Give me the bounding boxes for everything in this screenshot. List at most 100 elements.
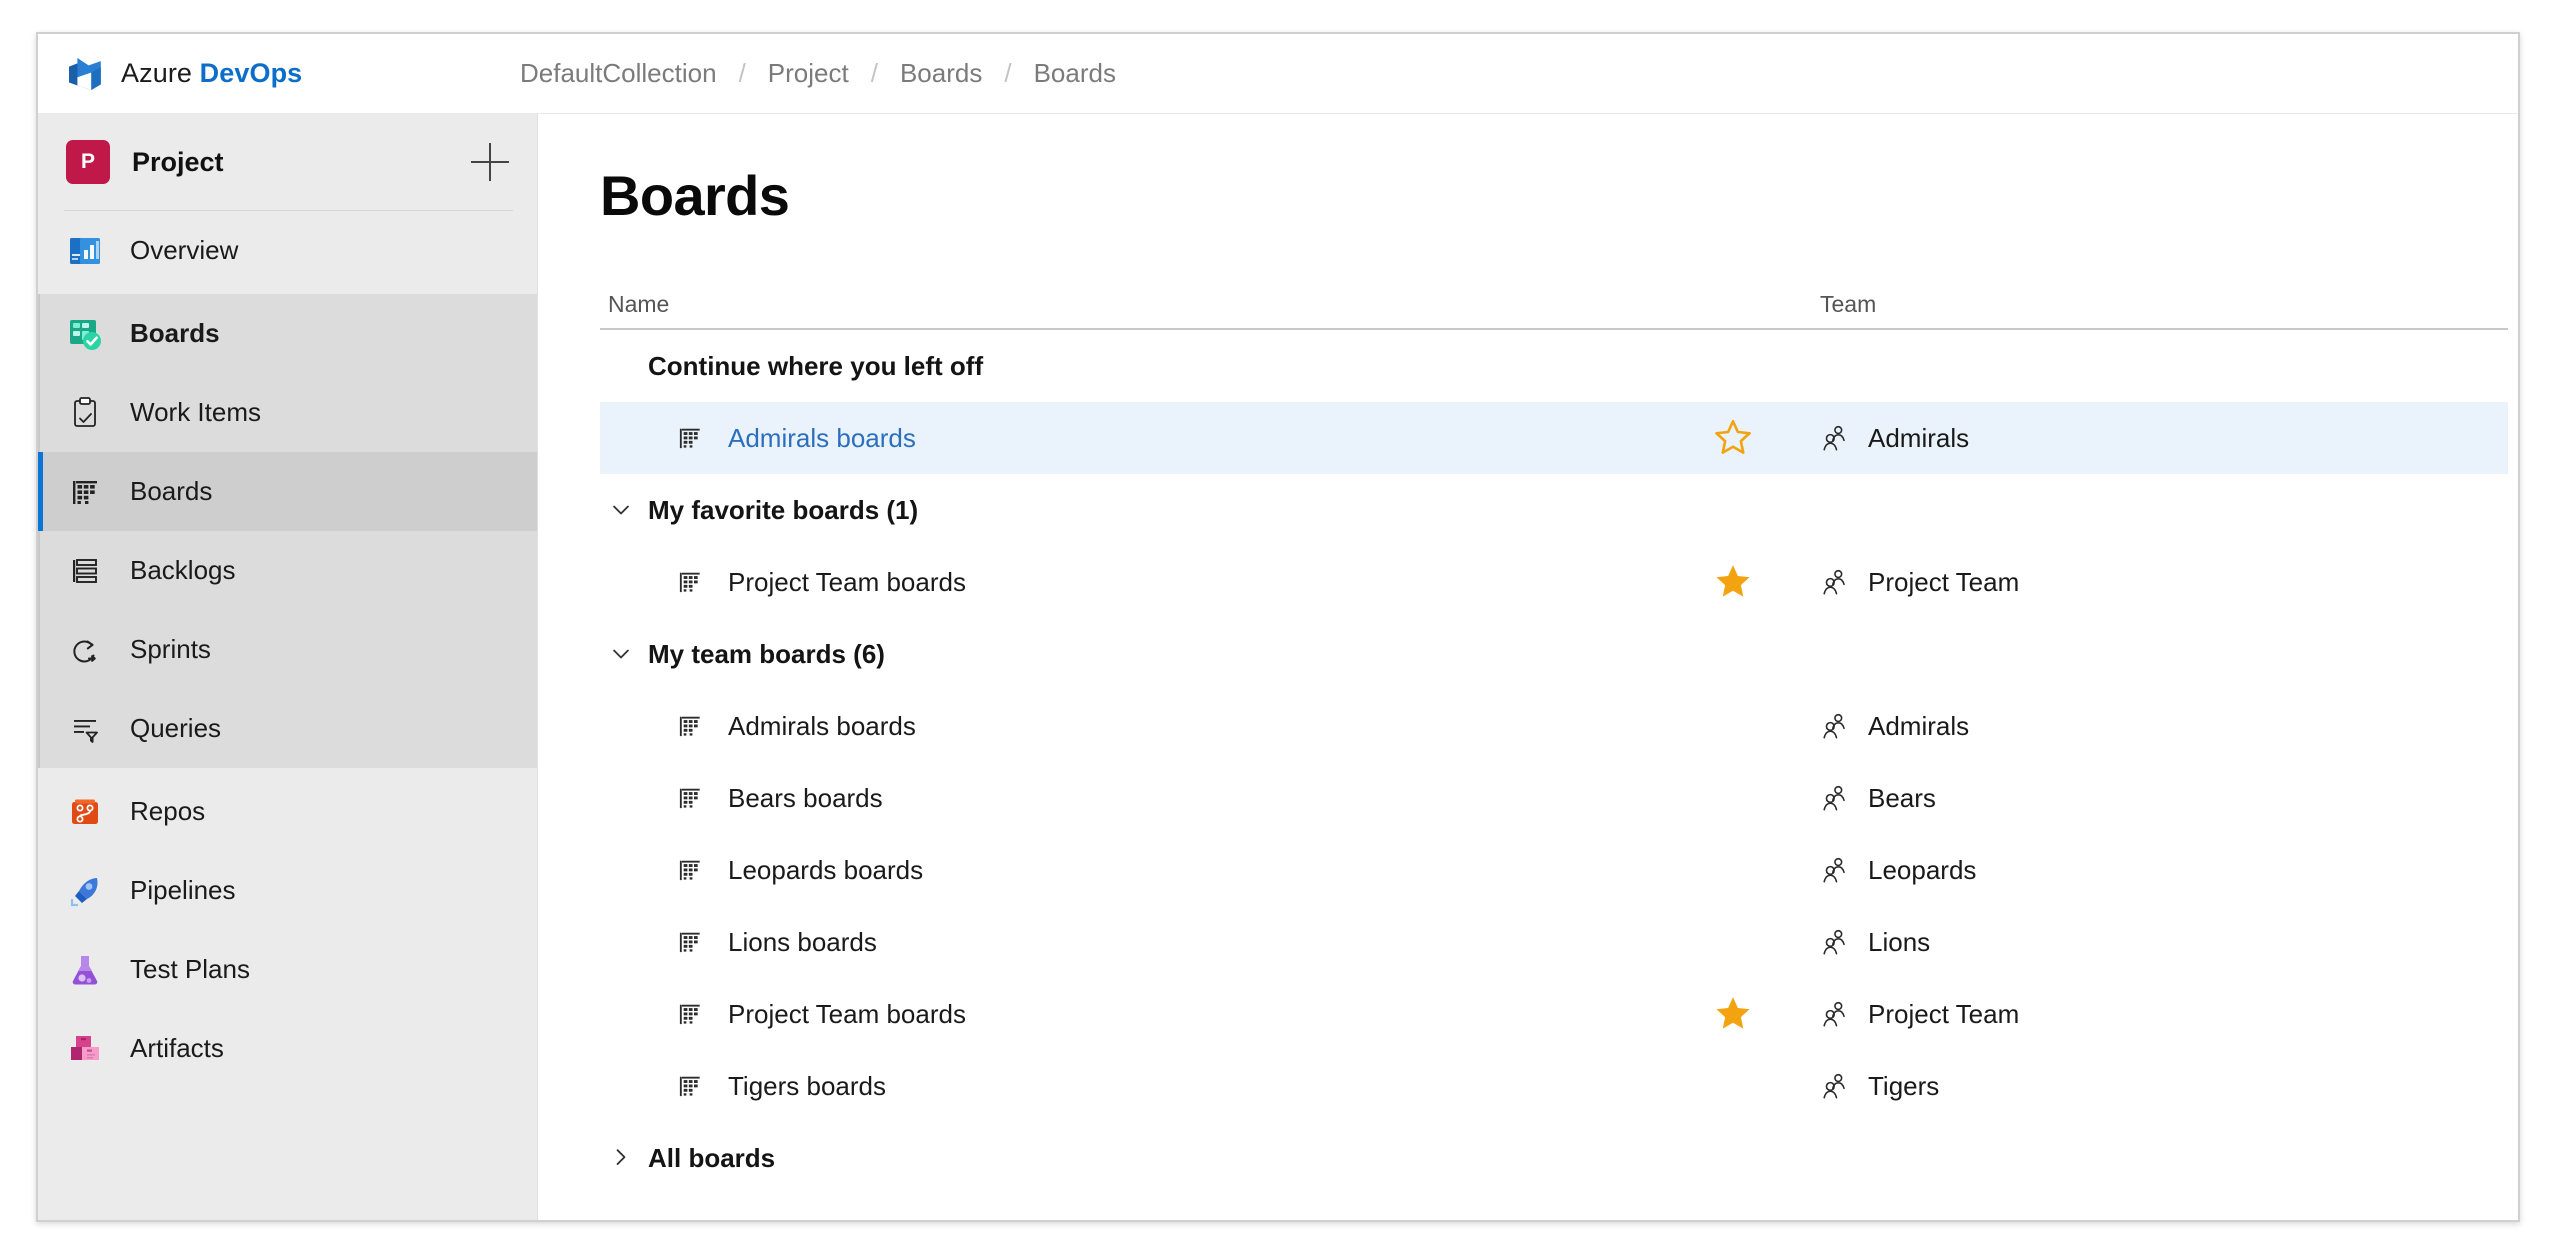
breadcrumb-item-boards-hub[interactable]: Boards bbox=[898, 58, 984, 89]
board-name-cell: Project Team boards bbox=[600, 998, 1658, 1030]
project-avatar: P bbox=[66, 140, 110, 184]
board-group-header[interactable]: All boards bbox=[600, 1122, 2508, 1194]
sidebar-item-label: Boards bbox=[130, 476, 213, 506]
team-group-icon bbox=[1820, 567, 1850, 597]
team-group-icon bbox=[1820, 1071, 1850, 1101]
breadcrumb: DefaultCollection / Project / Boards / B… bbox=[518, 58, 1118, 89]
star-outline-icon[interactable] bbox=[1713, 418, 1753, 458]
board-group-title: My favorite boards (1) bbox=[648, 494, 919, 525]
table-row[interactable]: Tigers boards Tigers bbox=[600, 1050, 2508, 1122]
board-name-link[interactable]: Project Team boards bbox=[728, 567, 966, 598]
sidebar-item-work-items[interactable]: Work Items bbox=[40, 373, 537, 452]
table-row[interactable]: Leopards boards Leopards bbox=[600, 834, 2508, 906]
team-cell: Bears bbox=[1808, 783, 2508, 814]
team-cell: Project Team bbox=[1808, 567, 2508, 598]
table-row[interactable]: Admirals boards Admirals bbox=[600, 402, 2508, 474]
team-group-icon bbox=[1820, 999, 1850, 1029]
board-grid-icon bbox=[64, 471, 106, 513]
sidebar-group-top: Overview bbox=[38, 211, 537, 290]
team-group-icon bbox=[1820, 423, 1850, 453]
breadcrumb-separator: / bbox=[1004, 58, 1012, 88]
chevron-right-icon[interactable] bbox=[608, 1145, 648, 1171]
board-grid-icon bbox=[674, 854, 706, 886]
sidebar-item-pipelines[interactable]: Pipelines bbox=[38, 851, 537, 930]
board-name-cell: Leopards boards bbox=[600, 854, 1658, 886]
sidebar-item-boards[interactable]: Boards bbox=[38, 452, 537, 531]
team-name: Admirals bbox=[1868, 422, 1970, 453]
sidebar-item-boards-hub[interactable]: Boards bbox=[40, 294, 537, 373]
sidebar-item-label: Artifacts bbox=[130, 1033, 224, 1063]
sidebar-item-repos[interactable]: Repos bbox=[38, 772, 537, 851]
pipelines-icon bbox=[64, 870, 106, 912]
board-grid-icon bbox=[674, 566, 706, 598]
team-cell: Leopards bbox=[1808, 855, 2508, 886]
boards-product-icon bbox=[64, 313, 106, 355]
table-row[interactable]: Bears boards Bears bbox=[600, 762, 2508, 834]
artifacts-icon bbox=[64, 1028, 106, 1070]
sidebar-item-label: Boards bbox=[130, 318, 220, 348]
sprints-icon bbox=[64, 629, 106, 671]
favorite-star-cell[interactable] bbox=[1658, 418, 1808, 458]
column-header-name: Name bbox=[608, 291, 670, 317]
team-name: Lions bbox=[1868, 926, 1931, 957]
star-filled-icon[interactable] bbox=[1713, 562, 1753, 602]
overview-icon bbox=[64, 230, 106, 272]
column-header-team: Team bbox=[1820, 291, 1877, 317]
page-title: Boards bbox=[600, 164, 790, 227]
project-name[interactable]: Project bbox=[132, 147, 447, 178]
board-name-link[interactable]: Tigers boards bbox=[728, 1071, 886, 1102]
project-header: P Project bbox=[38, 114, 537, 210]
board-name-link[interactable]: Lions boards bbox=[728, 927, 877, 958]
chevron-down-icon[interactable] bbox=[608, 497, 648, 523]
plus-icon[interactable] bbox=[469, 141, 511, 183]
breadcrumb-item-boards-page[interactable]: Boards bbox=[1032, 58, 1118, 89]
table-row[interactable]: Project Team boards Project Team bbox=[600, 978, 2508, 1050]
top-bar: Azure DevOps DefaultCollection / Project… bbox=[38, 34, 2518, 114]
board-grid-icon bbox=[674, 1070, 706, 1102]
sidebar-item-queries[interactable]: Queries bbox=[40, 689, 537, 768]
board-name-link[interactable]: Admirals boards bbox=[728, 423, 916, 454]
board-name-cell: Admirals boards bbox=[600, 422, 1658, 454]
breadcrumb-item-project[interactable]: Project bbox=[766, 58, 851, 89]
board-grid-icon bbox=[674, 422, 706, 454]
board-group-header: Continue where you left off bbox=[600, 330, 2508, 402]
brand-suffix: DevOps bbox=[199, 58, 303, 88]
board-name-cell: Lions boards bbox=[600, 926, 1658, 958]
breadcrumb-item-collection[interactable]: DefaultCollection bbox=[518, 58, 719, 89]
favorite-star-cell[interactable] bbox=[1658, 562, 1808, 602]
repos-icon bbox=[64, 791, 106, 833]
board-name-link[interactable]: Admirals boards bbox=[728, 711, 916, 742]
team-group-icon bbox=[1820, 927, 1850, 957]
sidebar-item-label: Sprints bbox=[130, 634, 211, 664]
sidebar-item-artifacts[interactable]: Artifacts bbox=[38, 1009, 537, 1088]
sidebar-item-test-plans[interactable]: Test Plans bbox=[38, 930, 537, 1009]
table-row[interactable]: Admirals boards Admirals bbox=[600, 690, 2508, 762]
team-group-icon bbox=[1820, 855, 1850, 885]
board-name-link[interactable]: Leopards boards bbox=[728, 855, 923, 886]
brand-area[interactable]: Azure DevOps bbox=[38, 55, 518, 93]
table-row[interactable]: Project Team boards Project Team bbox=[600, 546, 2508, 618]
team-name: Leopards bbox=[1868, 854, 1977, 885]
board-group-title: Continue where you left off bbox=[648, 350, 984, 381]
table-row[interactable]: Lions boards Lions bbox=[600, 906, 2508, 978]
sidebar-item-sprints[interactable]: Sprints bbox=[40, 610, 537, 689]
board-group-header[interactable]: My favorite boards (1) bbox=[600, 474, 2508, 546]
board-name-cell: Tigers boards bbox=[600, 1070, 1658, 1102]
board-name-link[interactable]: Project Team boards bbox=[728, 999, 966, 1030]
brand-prefix: Azure bbox=[121, 58, 200, 88]
sidebar-item-backlogs[interactable]: Backlogs bbox=[40, 531, 537, 610]
board-group-title: All boards bbox=[648, 1142, 776, 1173]
chevron-down-icon[interactable] bbox=[608, 641, 648, 667]
star-filled-icon[interactable] bbox=[1713, 994, 1753, 1034]
board-name-link[interactable]: Bears boards bbox=[728, 783, 883, 814]
sidebar-item-label: Repos bbox=[130, 796, 206, 826]
board-group-header[interactable]: My team boards (6) bbox=[600, 618, 2508, 690]
sidebar-group-tail: Repos Pipelines Test Plans Artifacts bbox=[38, 768, 537, 1088]
sidebar-item-overview[interactable]: Overview bbox=[38, 211, 537, 290]
team-name: Admirals bbox=[1868, 710, 1970, 741]
favorite-star-cell[interactable] bbox=[1658, 994, 1808, 1034]
board-name-cell: Project Team boards bbox=[600, 566, 1658, 598]
azure-devops-logo-icon bbox=[66, 55, 104, 93]
team-name: Project Team bbox=[1868, 998, 2020, 1029]
brand-title: Azure DevOps bbox=[121, 58, 302, 89]
